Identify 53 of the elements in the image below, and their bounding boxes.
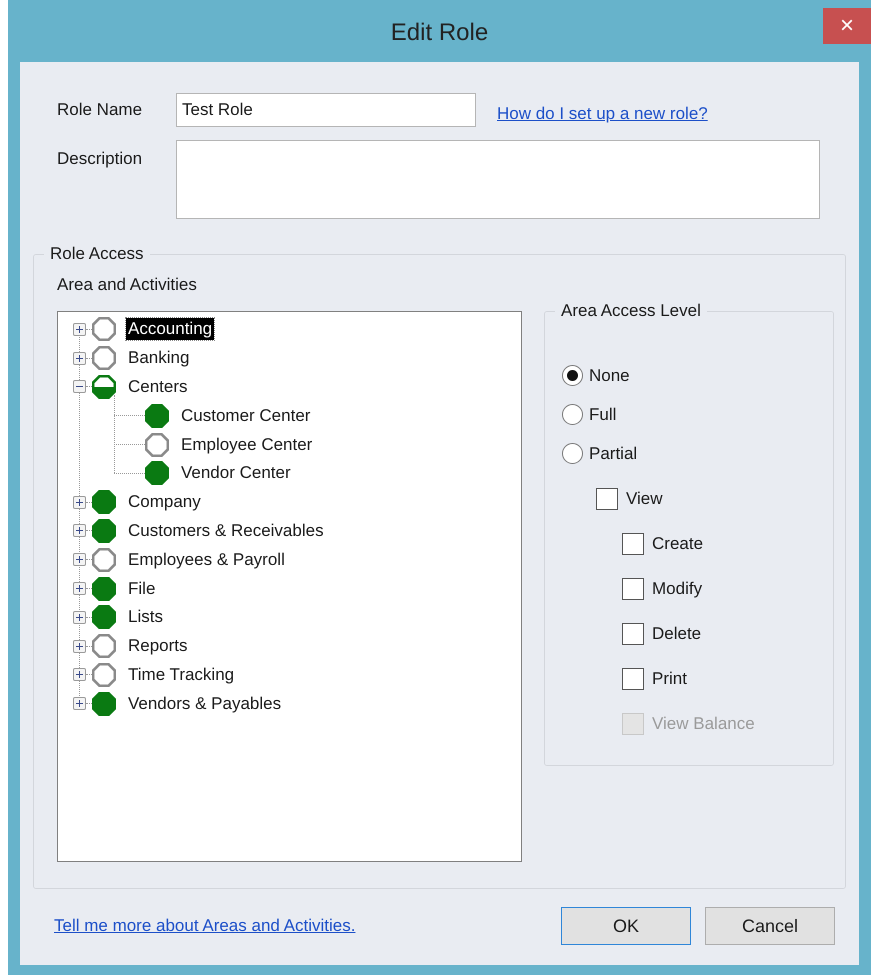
option-label: Print: [652, 668, 687, 690]
option-label: Delete: [652, 622, 702, 645]
window-title: Edit Role: [390, 18, 488, 48]
description-field[interactable]: [176, 140, 820, 219]
expand-toggle[interactable]: [73, 610, 86, 624]
expand-toggle[interactable]: [73, 496, 86, 509]
tree-item[interactable]: File: [126, 578, 158, 600]
checkbox[interactable]: [622, 622, 644, 644]
option-label: View: [626, 488, 663, 510]
tree-item[interactable]: Employee Center: [179, 434, 314, 456]
tree-item[interactable]: Customers & Receivables: [126, 520, 326, 542]
expand-toggle[interactable]: [73, 553, 86, 566]
tree-item[interactable]: Reports: [126, 635, 190, 658]
tree-item[interactable]: Banking: [126, 347, 192, 370]
role-name-field[interactable]: Test Role: [176, 93, 476, 127]
tree-item[interactable]: Lists: [126, 606, 165, 628]
tree-item[interactable]: Employees & Payroll: [126, 548, 287, 571]
tree-item[interactable]: Time Tracking: [126, 664, 236, 686]
field-label: Description: [57, 148, 144, 170]
radio-button[interactable]: [562, 404, 583, 425]
expand-toggle[interactable]: [73, 582, 86, 596]
ok-button[interactable]: OK: [561, 907, 691, 945]
radio-button[interactable]: [562, 365, 583, 386]
collapse-toggle[interactable]: [73, 380, 86, 394]
tree-item[interactable]: Customer Center: [179, 404, 312, 427]
expand-toggle[interactable]: [73, 524, 86, 538]
close-button[interactable]: ×: [823, 8, 871, 44]
checkbox[interactable]: [596, 488, 618, 510]
tree-item[interactable]: Vendors & Payables: [126, 692, 284, 715]
tree-title: Area and Activities: [57, 274, 198, 296]
tree-item[interactable]: Centers: [126, 376, 190, 398]
radio-button[interactable]: [562, 443, 583, 464]
checkbox[interactable]: [622, 578, 644, 600]
tree-item[interactable]: Accounting: [126, 318, 214, 340]
help-link[interactable]: How do I set up a new role?: [497, 101, 708, 127]
option-label: Partial: [589, 442, 638, 465]
option-label: Create: [652, 532, 704, 555]
option-label: Modify: [652, 578, 702, 600]
option-label: Full: [589, 404, 616, 426]
help-link[interactable]: Tell me more about Areas and Activities.: [54, 913, 356, 939]
tree-item[interactable]: Vendor Center: [179, 462, 293, 484]
cancel-button[interactable]: Cancel: [705, 907, 835, 945]
expand-toggle[interactable]: [73, 640, 86, 653]
checkbox[interactable]: [622, 532, 644, 554]
tree-item[interactable]: Company: [126, 491, 203, 514]
expand-toggle[interactable]: [73, 322, 86, 336]
option-label: None: [589, 364, 630, 387]
expand-toggle[interactable]: [73, 697, 86, 710]
checkbox[interactable]: [622, 668, 644, 690]
expand-toggle[interactable]: [73, 352, 86, 365]
option-label: View Balance: [652, 712, 755, 735]
field-label: Role Name: [57, 99, 144, 122]
expand-toggle[interactable]: [73, 668, 86, 682]
